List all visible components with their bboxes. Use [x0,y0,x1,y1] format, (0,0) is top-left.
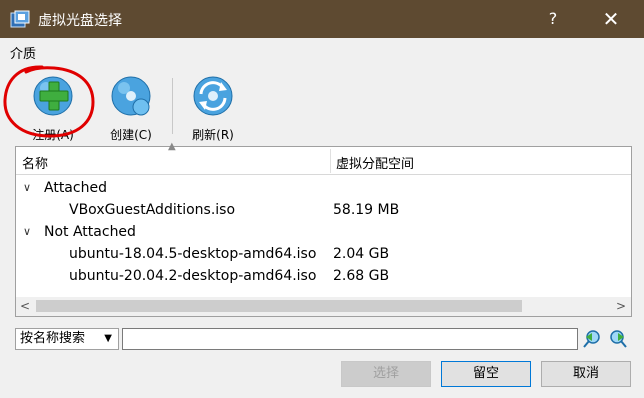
sort-arrow-icon: ▲ [168,141,176,152]
dropdown-arrow-icon: ▼ [104,333,112,344]
item-name: ubuntu-20.04.2-desktop-amd64.iso [69,268,317,284]
group-label: Attached [44,180,107,196]
column-header-virtual-size[interactable]: 虚拟分配空间 [336,153,414,172]
create-disc-icon [111,76,151,116]
item-size: 2.04 GB [333,246,390,262]
item-name: ubuntu-18.04.5-desktop-amd64.iso [69,246,317,262]
toolbar-separator [172,78,173,134]
group-row-not-attached[interactable]: ∨ Not Attached [16,221,631,243]
group-row-attached[interactable]: ∨ Attached [16,177,631,199]
menu-item-media[interactable]: 介质 [10,43,36,62]
cancel-button[interactable]: 取消 [541,361,631,387]
refresh-button[interactable]: 刷新(R) [182,74,244,143]
group-label: Not Attached [44,224,136,240]
search-input[interactable] [122,328,578,350]
chevron-down-icon[interactable]: ∨ [23,221,31,243]
list-item[interactable]: ubuntu-18.04.5-desktop-amd64.iso 2.04 GB [16,243,631,265]
list-item[interactable]: ubuntu-20.04.2-desktop-amd64.iso 2.68 GB [16,265,631,287]
help-button[interactable]: ? [541,7,565,31]
close-button[interactable]: ✕ [598,7,624,31]
list-header: ▲ 名称 虚拟分配空间 [16,141,631,175]
scroll-left-icon[interactable]: < [20,299,30,313]
create-button[interactable]: 创建(C) [100,74,162,143]
title-bar: 虚拟光盘选择 ? ✕ [0,0,644,38]
search-row: 按名称搜索 ▼ [15,328,632,350]
scroll-right-icon[interactable]: > [616,299,626,313]
menu-bar: 介质 [0,38,644,64]
choose-button[interactable]: 选择 [341,361,431,387]
item-name: VBoxGuestAdditions.iso [69,202,236,218]
chevron-down-icon[interactable]: ∨ [23,177,31,199]
item-size: 58.19 MB [333,202,400,218]
search-next-icon[interactable] [608,329,628,349]
search-previous-icon[interactable] [582,329,602,349]
leave-empty-button[interactable]: 留空 [441,361,531,387]
search-mode-value: 按名称搜索 [20,331,86,346]
refresh-disc-icon [193,76,233,116]
scrollbar-thumb[interactable] [36,300,522,312]
red-annotation-circle [3,65,95,138]
list-item[interactable]: VBoxGuestAdditions.iso 58.19 MB [16,199,631,221]
virtualbox-app-icon [10,10,30,28]
create-label: 创建(C) [110,128,152,142]
horizontal-scrollbar[interactable]: < > [16,297,631,316]
window-title: 虚拟光盘选择 [38,13,122,29]
column-divider [330,149,331,173]
column-header-name[interactable]: 名称 [22,153,48,172]
refresh-label: 刷新(R) [192,128,234,142]
search-mode-select[interactable]: 按名称搜索 ▼ [15,328,119,350]
item-size: 2.68 GB [333,268,390,284]
media-list: ▲ 名称 虚拟分配空间 ∨ Attached VBoxGuestAddition… [15,141,632,317]
